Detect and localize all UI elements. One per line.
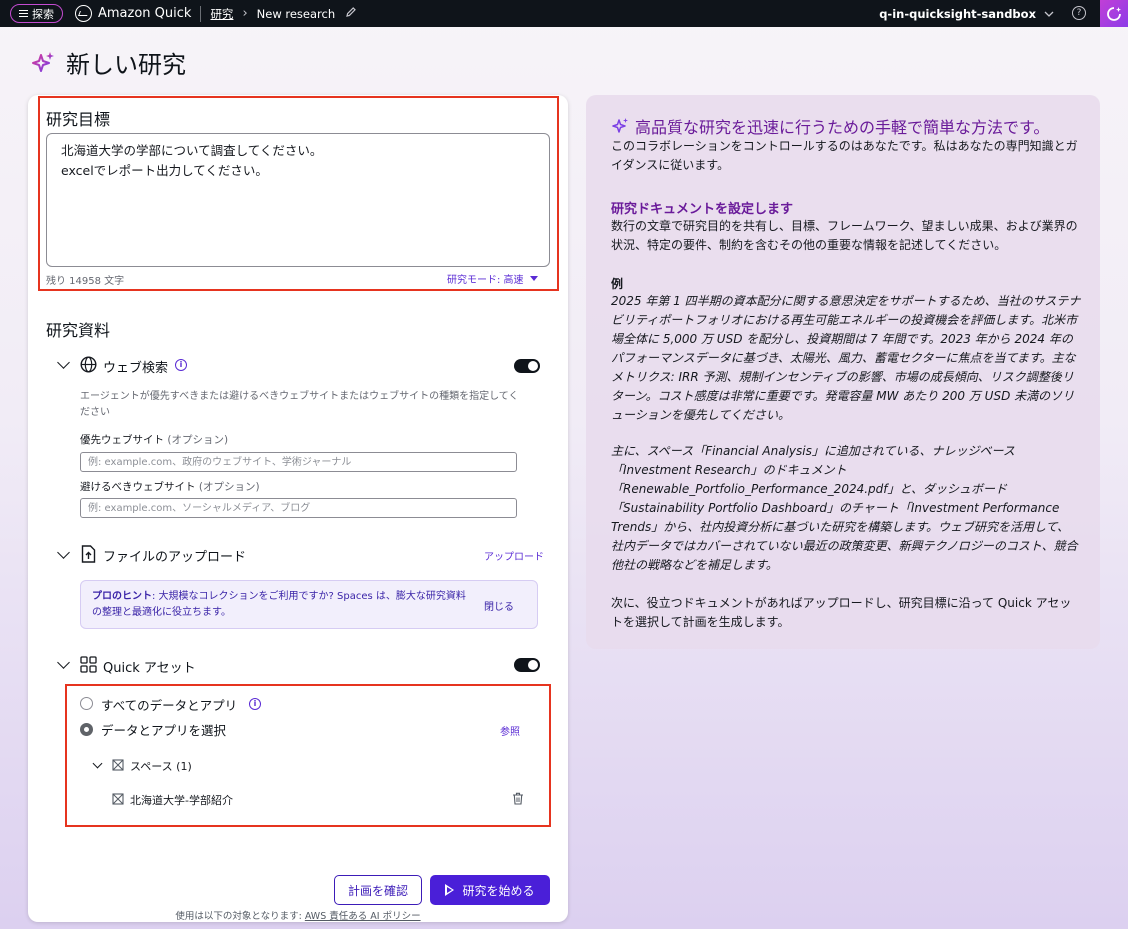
spaces-group-label[interactable]: スペース (1) bbox=[130, 758, 192, 774]
quick-assets-title: Quick アセット bbox=[103, 661, 196, 676]
account-menu[interactable]: q-in-quicksight-sandbox bbox=[879, 0, 1054, 27]
chevron-down-icon bbox=[1044, 11, 1054, 17]
app-logo[interactable]: Amazon Quick bbox=[75, 5, 191, 22]
guide-heading: 高品質な研究を迅速に行うための手軽で簡単な方法です。 bbox=[611, 114, 1081, 138]
quick-assets-toggle[interactable] bbox=[514, 658, 540, 672]
research-mode-label: 研究モード: 高速 bbox=[447, 275, 524, 286]
optional-tag: (オプション) bbox=[198, 481, 260, 493]
assistant-button[interactable] bbox=[1100, 0, 1128, 27]
doc-text: 数行の文章で研究目的を共有し、目標、フレームワーク、望ましい成果、および業界の状… bbox=[611, 219, 1078, 252]
all-data-label: すべてのデータとアプリ bbox=[101, 698, 238, 713]
research-guide-panel: 高品質な研究を迅速に行うための手軽で簡単な方法です。 このコラボレーションをコン… bbox=[586, 95, 1100, 649]
explore-button[interactable]: 探索 bbox=[10, 4, 63, 23]
research-form-panel: 研究目標 北海道大学の学部について調査してください。 excelでレポート出力し… bbox=[28, 95, 568, 922]
radio-select-data[interactable] bbox=[80, 723, 93, 736]
breadcrumb-research[interactable]: 研究 bbox=[210, 6, 233, 22]
avoid-sites-label-text: 避けるべきウェブサイト bbox=[80, 481, 196, 493]
pencil-icon[interactable] bbox=[345, 6, 357, 21]
avoid-sites-input[interactable] bbox=[80, 498, 517, 518]
space-icon bbox=[112, 759, 124, 771]
materials-label: 研究資料 bbox=[46, 321, 111, 340]
ai-policy-link[interactable]: AWS 責任ある AI ポリシー bbox=[305, 911, 421, 922]
file-upload-title: ファイルのアップロード bbox=[103, 550, 247, 565]
web-search-help: エージェントが優先すべきまたは避けるべきウェブサイトまたはウェブサイトの種類を指… bbox=[80, 391, 519, 418]
policy-footnote: 使用は以下の対象となります: AWS 責任ある AI ポリシー bbox=[28, 908, 568, 922]
guide-intro: このコラボレーションをコントロールするのはあなたです。私はあなたの専門知識とガイ… bbox=[611, 139, 1078, 172]
app-name: Amazon Quick bbox=[98, 6, 192, 21]
sparkle-icon bbox=[612, 118, 628, 133]
menu-icon bbox=[19, 10, 28, 17]
guide-closing: 次に、役立つドキュメントがあればアップロードし、研究目標に沿って Quick ア… bbox=[611, 596, 1072, 629]
start-research-label: 研究を始める bbox=[462, 883, 535, 898]
web-search-title: ウェブ検索 bbox=[103, 361, 169, 376]
radio-all-data[interactable] bbox=[80, 697, 93, 710]
research-mode-dropdown[interactable]: 研究モード: 高速 bbox=[447, 271, 538, 286]
remaining-characters: 残り 14958 文字 bbox=[46, 276, 125, 287]
chevron-right-icon: › bbox=[242, 6, 248, 21]
pro-tip-banner: プロのヒント: 大規模なコレクションをご利用ですか? Spaces は、膨大な研… bbox=[80, 580, 538, 629]
preferred-sites-input[interactable] bbox=[80, 452, 517, 472]
caret-down-icon bbox=[529, 276, 538, 281]
file-upload-icon bbox=[81, 545, 96, 563]
example-label: 例 bbox=[611, 277, 624, 291]
sparkle-icon bbox=[32, 51, 54, 72]
optional-tag: (オプション) bbox=[167, 434, 229, 446]
grid-apps-icon bbox=[80, 656, 97, 673]
space-icon bbox=[112, 793, 124, 805]
divider bbox=[200, 5, 202, 22]
review-plan-button[interactable]: 計画を確認 bbox=[334, 875, 422, 905]
space-item-label: 北海道大学-学部紹介 bbox=[130, 794, 233, 807]
close-tip-link[interactable]: 閉じる bbox=[484, 598, 514, 613]
explore-label: 探索 bbox=[32, 7, 54, 21]
play-icon bbox=[445, 884, 455, 896]
avoid-sites-label: 避けるべきウェブサイト (オプション) bbox=[80, 479, 260, 494]
trash-icon[interactable] bbox=[512, 792, 524, 805]
example-paragraph-2: 主に、スペース「Financial Analysis」に追加されている、ナレッジ… bbox=[611, 444, 1078, 572]
select-data-label: データとアプリを選択 bbox=[101, 723, 227, 738]
sparkle-chat-icon bbox=[1107, 6, 1121, 21]
info-icon[interactable]: i bbox=[175, 359, 187, 371]
collapse-chevron-icon[interactable] bbox=[57, 546, 70, 559]
preferred-sites-label-text: 優先ウェブサイト bbox=[80, 434, 164, 446]
objective-textarea[interactable]: 北海道大学の学部について調査してください。 excelでレポート出力してください… bbox=[46, 133, 550, 267]
doc-heading: 研究ドキュメントを設定します bbox=[611, 202, 794, 217]
preferred-sites-label: 優先ウェブサイト (オプション) bbox=[80, 432, 228, 447]
page-header: 新しい研究 bbox=[30, 45, 186, 80]
web-search-toggle[interactable] bbox=[514, 359, 540, 373]
collapse-chevron-icon[interactable] bbox=[57, 656, 70, 669]
top-navigation-bar: 探索 Amazon Quick 研究 › New research q-in-q… bbox=[0, 0, 1128, 27]
globe-icon bbox=[80, 356, 97, 373]
quick-logo-icon bbox=[75, 5, 92, 22]
pro-tip-bold: プロのヒント bbox=[92, 591, 152, 602]
start-research-button[interactable]: 研究を始める bbox=[430, 875, 550, 905]
account-name: q-in-quicksight-sandbox bbox=[879, 6, 1036, 21]
footnote-prefix: 使用は以下の対象となります: bbox=[175, 911, 305, 922]
info-icon[interactable]: i bbox=[249, 698, 261, 710]
objective-label: 研究目標 bbox=[46, 110, 111, 129]
browse-link[interactable]: 参照 bbox=[500, 723, 520, 738]
example-paragraph-1: 2025 年第 1 四半期の資本配分に関する意思決定をサポートするため、当社のサ… bbox=[611, 294, 1081, 422]
breadcrumb-current: New research bbox=[256, 6, 336, 21]
pro-tip-text: プロのヒント: 大規模なコレクションをご利用ですか? Spaces は、膨大な研… bbox=[92, 589, 472, 621]
guide-heading-text: 高品質な研究を迅速に行うための手軽で簡単な方法です。 bbox=[635, 118, 1050, 137]
page-title: 新しい研究 bbox=[66, 51, 186, 79]
upload-link[interactable]: アップロード bbox=[484, 548, 544, 563]
collapse-chevron-icon[interactable] bbox=[57, 356, 70, 369]
help-icon[interactable]: ? bbox=[1072, 6, 1086, 20]
